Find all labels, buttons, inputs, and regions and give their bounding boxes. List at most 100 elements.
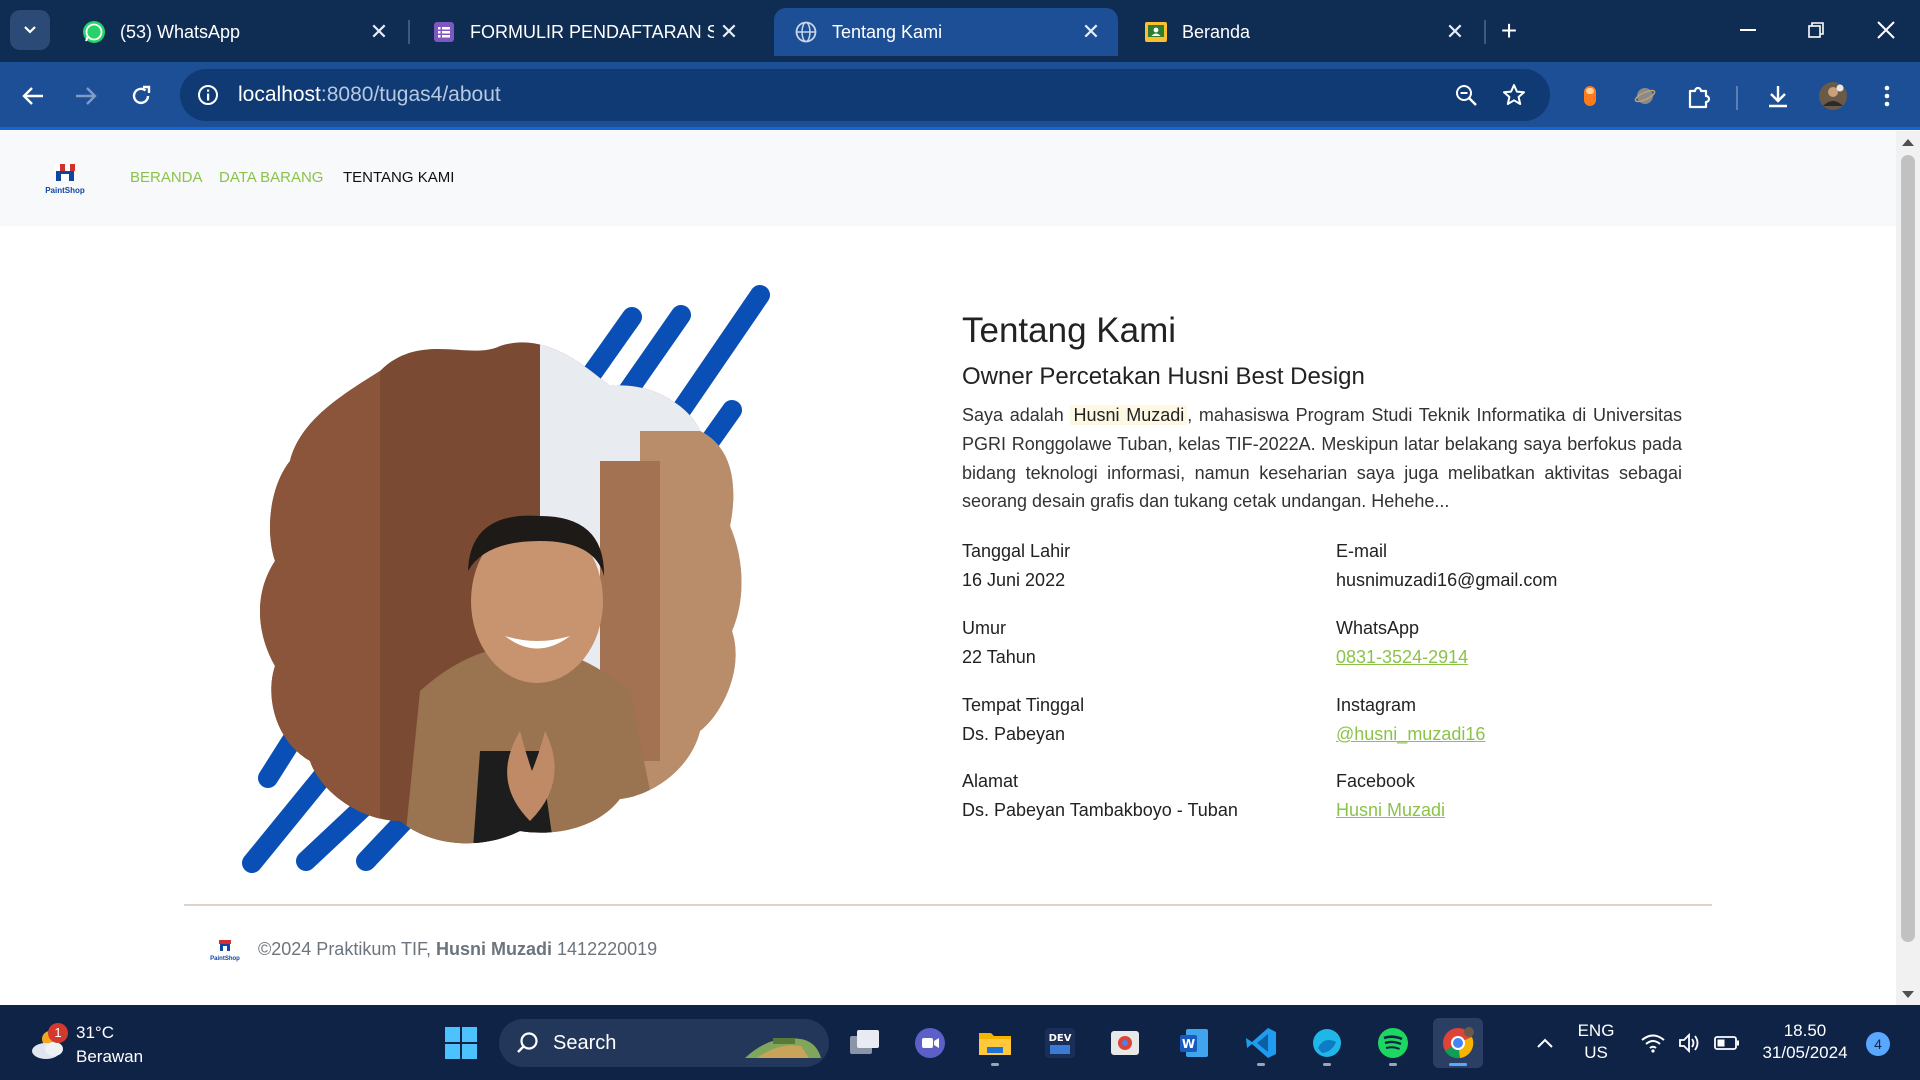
minimize-icon [1740,29,1756,31]
windows-logo-icon [445,1027,477,1059]
arrow-right-icon [76,87,97,105]
site-navbar: PaintShop BERANDA DATA BARANG TENTANG KA… [0,131,1896,226]
weather-widget[interactable]: 1 31°C Berawan [28,1019,158,1067]
start-button[interactable] [436,1018,486,1068]
reload-icon [132,85,151,105]
show-hidden-icons-button[interactable] [1519,1018,1571,1068]
tab-separator [1484,20,1486,44]
chevron-up-icon [1537,1038,1553,1048]
chrome-window-icon [1111,1031,1139,1055]
close-icon [1877,21,1895,39]
word-app[interactable]: W [1169,1018,1219,1068]
tab-separator [408,20,410,44]
search-icon [517,1032,538,1053]
browser-tab-bar: (53) WhatsApp ✕ FORMULIR PENDAFTARAN SMP… [0,0,1920,62]
zoom-icon[interactable] [1450,79,1482,111]
reload-button[interactable] [119,74,163,118]
close-window-button[interactable] [1861,10,1911,50]
whatsapp-link[interactable]: 0831-3524-2914 [1336,645,1468,669]
nav-tentang-kami[interactable]: TENTANG KAMI [343,169,454,186]
minimize-button[interactable] [1723,10,1773,50]
spotify-app[interactable] [1368,1018,1418,1068]
about-section: Tentang Kami Owner Percetakan Husni Best… [962,311,1682,516]
tab-whatsapp[interactable]: (53) WhatsApp ✕ [62,8,406,56]
chrome-dev-app[interactable] [1100,1018,1150,1068]
tab-title: FORMULIR PENDAFTARAN SMP [470,21,714,42]
chrome-icon [1443,1027,1474,1059]
nav-data-barang[interactable]: DATA BARANG [219,169,323,186]
new-tab-button[interactable]: + [1490,12,1528,50]
running-indicator [1257,1063,1265,1066]
running-indicator [991,1063,999,1066]
close-icon[interactable]: ✕ [1440,17,1470,47]
dev-home-icon: DEV [1045,1028,1075,1058]
scroll-down-arrow-icon[interactable] [1902,991,1914,998]
scroll-up-arrow-icon[interactable] [1902,139,1914,146]
nav-beranda[interactable]: BERANDA [130,169,203,186]
tab-tentang-kami[interactable]: Tentang Kami ✕ [774,8,1118,56]
extension-idm-icon[interactable] [1570,76,1610,116]
about-description: Saya adalah Husni Muzadi, mahasiswa Prog… [962,405,1682,512]
forward-button[interactable] [64,74,108,118]
volume-icon [1679,1033,1699,1053]
paintshop-logo[interactable]: PaintShop [40,161,90,197]
vscode-app[interactable] [1236,1018,1286,1068]
vscode-icon [1246,1028,1276,1058]
plus-icon: + [1500,15,1518,46]
file-explorer-app[interactable] [970,1018,1020,1068]
download-icon[interactable] [1758,76,1798,116]
arrow-left-icon [22,87,43,105]
star-icon[interactable] [1498,79,1530,111]
extensions-puzzle-icon[interactable] [1679,76,1719,116]
close-icon[interactable]: ✕ [1076,17,1106,47]
clock[interactable]: 18.50 31/05/2024 [1750,1020,1860,1064]
close-icon[interactable]: ✕ [364,17,394,47]
word-icon: W [1180,1029,1208,1057]
info-address: Alamat Ds. Pabeyan Tambakboyo - Tuban [962,771,1238,820]
edge-app[interactable] [1302,1018,1352,1068]
restore-icon [1808,22,1824,38]
svg-text:PaintShop: PaintShop [210,956,240,962]
page-scrollbar[interactable] [1896,131,1920,1005]
battery-icon [1714,1036,1739,1050]
chrome-app[interactable] [1433,1018,1483,1068]
footer-divider [184,904,1712,906]
toolbar-separator [1736,86,1738,110]
tab-formulir[interactable]: FORMULIR PENDAFTARAN SMP ✕ [412,8,756,56]
dev-home-app[interactable]: DEV [1035,1018,1085,1068]
tab-search-button[interactable] [10,10,50,50]
extension-planet-icon[interactable] [1625,76,1665,116]
teams-meet-app[interactable] [905,1018,955,1068]
tab-beranda[interactable]: Beranda ✕ [1124,8,1482,56]
whatsapp-icon [82,20,106,44]
menu-kebab-icon[interactable] [1867,76,1907,116]
info-facebook: Facebook Husni Muzadi [1336,771,1446,822]
search-highlight-illustration [745,1038,821,1058]
scroll-thumb[interactable] [1901,155,1915,942]
facebook-link[interactable]: Husni Muzadi [1336,798,1445,822]
back-button[interactable] [11,74,55,118]
browser-toolbar: localhost:8080/tugas4/about [0,62,1920,130]
task-view-app[interactable] [840,1018,890,1068]
svg-text:PaintShop: PaintShop [45,186,85,195]
taskbar-search[interactable]: Search [499,1019,829,1067]
close-icon[interactable]: ✕ [714,17,744,47]
profile-avatar[interactable] [1813,76,1853,116]
notification-badge[interactable]: 4 [1866,1032,1890,1056]
profile-info-grid: Tanggal Lahir 16 Juni 2022 Umur 22 Tahun… [962,539,1682,839]
info-whatsapp: WhatsApp 0831-3524-2914 [1336,618,1469,669]
system-tray-quick-settings[interactable] [1630,1018,1750,1068]
instagram-link[interactable]: @husni_muzadi16 [1336,722,1485,746]
weather-alert-badge: 1 [48,1023,68,1043]
svg-text:W: W [1182,1037,1195,1051]
restore-button[interactable] [1791,10,1841,50]
info-residence: Tempat Tinggal Ds. Pabeyan [962,695,1085,744]
site-info-icon[interactable] [192,79,224,111]
language-indicator[interactable]: ENG US [1576,1020,1616,1064]
spotify-icon [1378,1028,1408,1058]
address-bar[interactable]: localhost:8080/tugas4/about [180,69,1550,121]
clock-time: 18.50 [1783,1021,1827,1040]
url-text[interactable]: localhost:8080/tugas4/about [238,83,501,107]
about-subtitle: Owner Percetakan Husni Best Design [962,363,1365,390]
about-title: Tentang Kami [962,311,1177,350]
